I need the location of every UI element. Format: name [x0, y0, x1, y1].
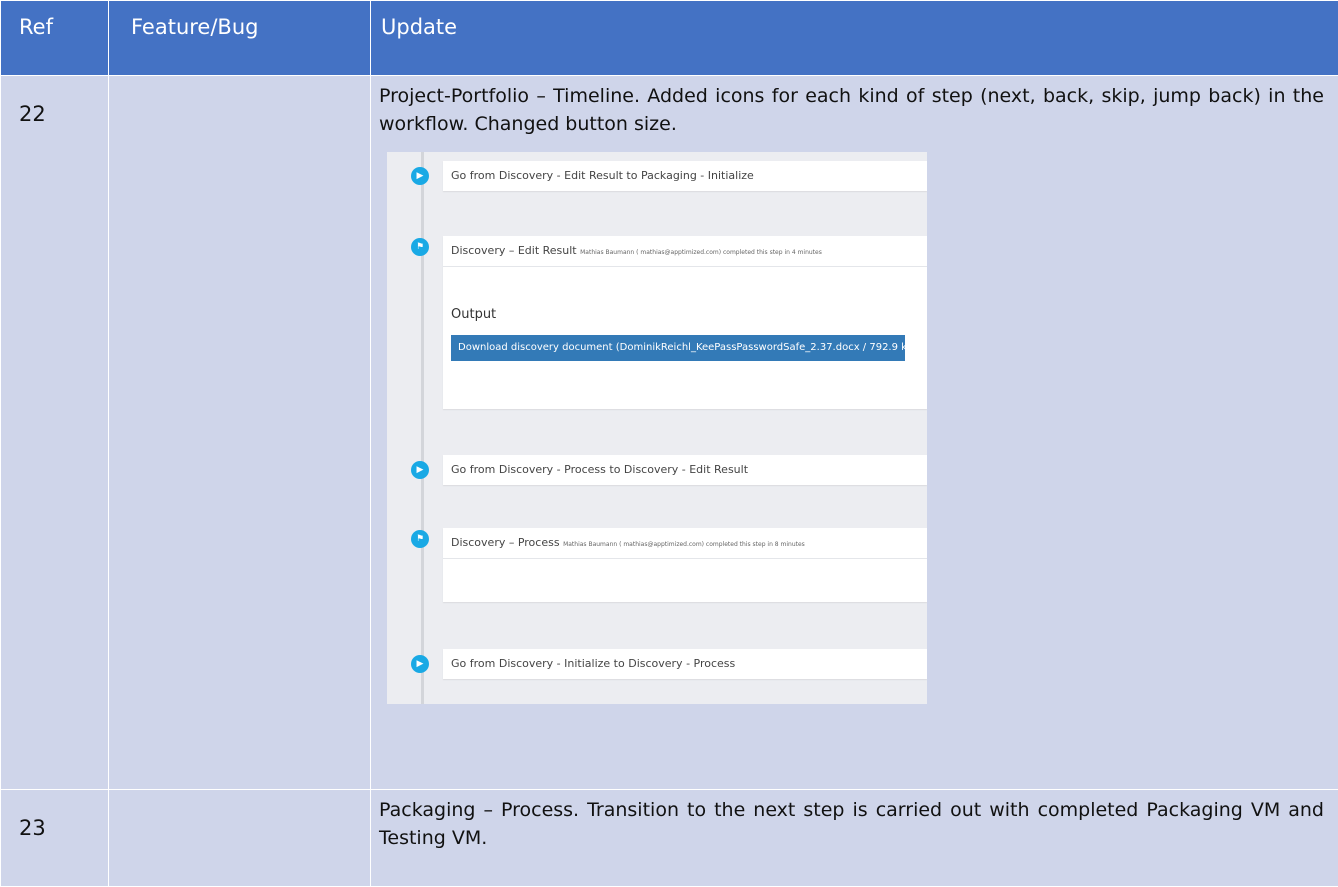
timeline-step-title: Go from Discovery - Initialize to Discov… [443, 649, 927, 679]
skip-next-icon: ▶ [411, 461, 429, 479]
changelog-table: Ref Feature/Bug Update 22 Project-Portfo… [0, 0, 1338, 887]
timeline-step-meta: Mathias Baumann ( mathias@apptimized.com… [580, 249, 822, 256]
row-ref: 23 [1, 790, 109, 887]
update-text: Packaging – Process. Transition to the n… [379, 796, 1324, 852]
timeline-step-card: Discovery – Process Mathias Baumann ( ma… [443, 528, 927, 602]
timeline-line [421, 152, 424, 704]
header-update: Update [371, 1, 1338, 76]
table-row: 23 Packaging – Process. Transition to th… [1, 790, 1338, 887]
timeline-step-card: Go from Discovery - Initialize to Discov… [443, 649, 927, 679]
row-ref: 22 [1, 76, 109, 790]
timeline-step-title: Discovery – Process [451, 536, 560, 549]
row-update: Packaging – Process. Transition to the n… [371, 790, 1338, 887]
timeline-step-card: Discovery – Edit Result Mathias Baumann … [443, 236, 927, 409]
timeline-step-title: Go from Discovery - Process to Discovery… [443, 455, 927, 485]
timeline-step-card: Go from Discovery - Process to Discovery… [443, 455, 927, 485]
row-feature [109, 76, 371, 790]
header-row: Ref Feature/Bug Update [1, 1, 1338, 76]
timeline-step-header: Discovery – Process Mathias Baumann ( ma… [443, 528, 927, 559]
timeline-step-header: Discovery – Edit Result Mathias Baumann … [443, 236, 927, 267]
timeline-step-card: Go from Discovery - Edit Result to Packa… [443, 161, 927, 191]
flag-icon: ⚑ [411, 530, 429, 548]
flag-icon: ⚑ [411, 238, 429, 256]
row-feature [109, 790, 371, 887]
output-label: Output [451, 301, 927, 329]
timeline-step-title: Discovery – Edit Result [451, 244, 577, 257]
timeline-screenshot: ▶ Go from Discovery - Edit Result to Pac… [387, 152, 927, 704]
header-feature: Feature/Bug [109, 1, 371, 76]
timeline-step-title: Go from Discovery - Edit Result to Packa… [443, 161, 927, 191]
row-update: Project-Portfolio – Timeline. Added icon… [371, 76, 1338, 790]
download-discovery-button[interactable]: Download discovery document (DominikReic… [451, 335, 905, 361]
skip-next-icon: ▶ [411, 655, 429, 673]
skip-next-icon: ▶ [411, 167, 429, 185]
timeline-step-meta: Mathias Baumann ( mathias@apptimized.com… [563, 541, 805, 548]
table-row: 22 Project-Portfolio – Timeline. Added i… [1, 76, 1338, 790]
update-text: Project-Portfolio – Timeline. Added icon… [379, 82, 1324, 138]
header-ref: Ref [1, 1, 109, 76]
